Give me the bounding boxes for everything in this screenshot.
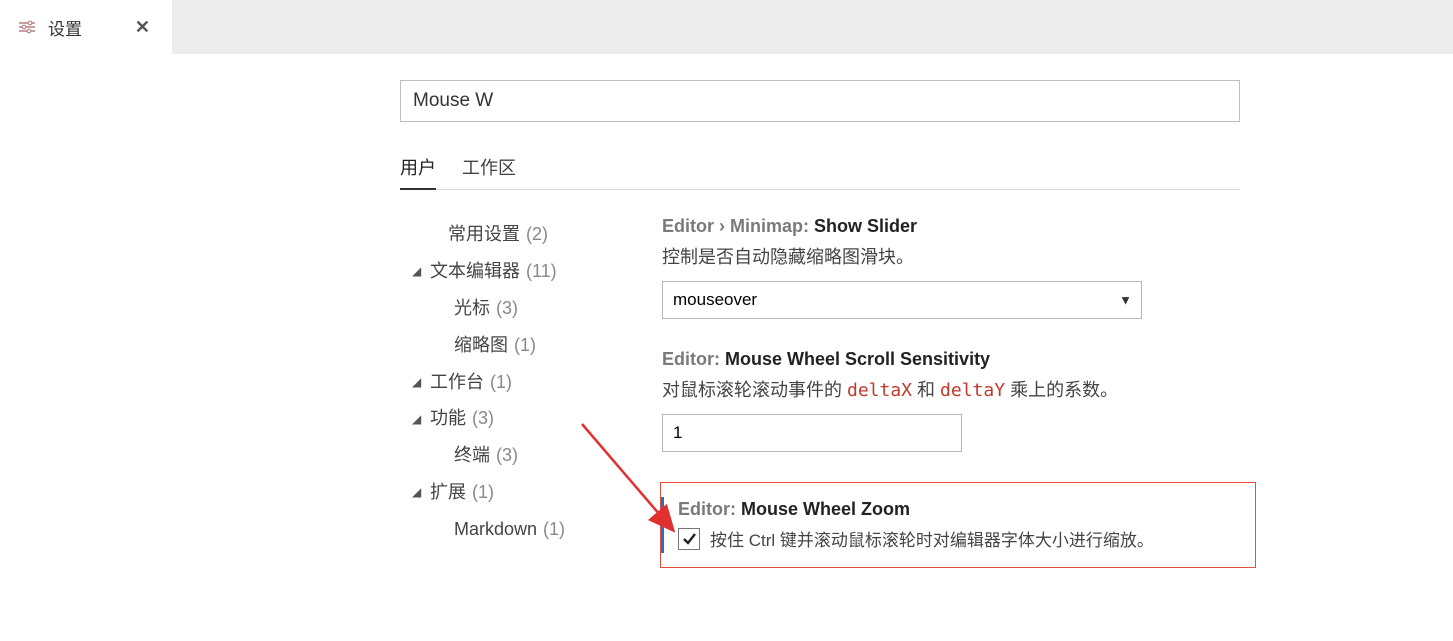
setting-name: Mouse Wheel Zoom — [741, 499, 910, 519]
toc-extensions[interactable]: ◢ 扩展 (1) — [412, 474, 660, 511]
toc-minimap[interactable]: 缩略图 (1) — [412, 327, 660, 364]
desc-text: 按住 — [710, 531, 749, 550]
setting-description: 对鼠标滚轮滚动事件的 deltaX 和 deltaY 乘上的系数。 — [662, 376, 1413, 402]
setting-title: Editor › Minimap: Show Slider — [662, 216, 1413, 237]
setting-category: Editor: — [662, 349, 725, 369]
desc-text: 和 — [912, 380, 940, 400]
toc-count: (1) — [543, 511, 565, 548]
toc-markdown[interactable]: Markdown (1) — [412, 511, 660, 548]
tab-workspace[interactable]: 工作区 — [462, 152, 516, 190]
code-deltay: deltaY — [940, 380, 1005, 401]
toc-label: 光标 — [454, 290, 490, 327]
toc-workbench[interactable]: ◢ 工作台 (1) — [412, 364, 660, 401]
setting-name: Show Slider — [814, 216, 917, 236]
setting-scroll-sensitivity: Editor: Mouse Wheel Scroll Sensitivity 对… — [660, 349, 1413, 452]
toc-common[interactable]: 常用设置 (2) — [412, 216, 660, 253]
desc-text: 对鼠标滚轮滚动事件的 — [662, 380, 847, 400]
toc-label: 常用设置 — [448, 216, 520, 253]
toc-text-editor[interactable]: ◢ 文本编辑器 (11) — [412, 253, 660, 290]
scope-tabs: 用户 工作区 — [400, 152, 1240, 190]
chevron-down-icon: ◢ — [412, 407, 428, 432]
chevron-down-icon: ◢ — [412, 370, 428, 395]
toc-count: (3) — [496, 290, 518, 327]
toc-count: (2) — [526, 216, 548, 253]
show-slider-select[interactable] — [662, 281, 1142, 319]
toc-label: 工作台 — [430, 364, 484, 401]
setting-name: Mouse Wheel Scroll Sensitivity — [725, 349, 990, 369]
settings-search-input[interactable] — [400, 80, 1240, 122]
setting-category: Editor › Minimap: — [662, 216, 814, 236]
settings-toc: 常用设置 (2) ◢ 文本编辑器 (11) 光标 (3) 缩略图 (1) ◢ 工… — [400, 216, 660, 568]
toc-count: (3) — [472, 400, 494, 437]
setting-show-slider: Editor › Minimap: Show Slider 控制是否自动隐藏缩略… — [660, 216, 1413, 319]
tab-settings[interactable]: 设置 ✕ — [0, 0, 172, 54]
desc-text: 乘上的系数。 — [1005, 380, 1118, 400]
settings-tab-icon — [18, 20, 36, 34]
chevron-down-icon: ◢ — [412, 259, 428, 284]
close-icon[interactable]: ✕ — [131, 15, 154, 40]
toc-count: (3) — [496, 437, 518, 474]
toc-count: (11) — [526, 253, 557, 290]
settings-content: 用户 工作区 常用设置 (2) ◢ 文本编辑器 (11) 光标 (3) 缩略图 … — [0, 54, 1453, 568]
setting-description: 按住 Ctrl 键并滚动鼠标滚轮时对编辑器字体大小进行缩放。 — [710, 526, 1154, 551]
settings-list: Editor › Minimap: Show Slider 控制是否自动隐藏缩略… — [660, 216, 1453, 568]
setting-title: Editor: Mouse Wheel Scroll Sensitivity — [662, 349, 1413, 370]
toc-label: 扩展 — [430, 474, 466, 511]
toc-label: 文本编辑器 — [430, 253, 520, 290]
toc-label: 终端 — [454, 437, 490, 474]
code-deltax: deltaX — [847, 380, 912, 401]
toc-count: (1) — [472, 474, 494, 511]
scroll-sensitivity-input[interactable] — [662, 414, 962, 452]
toc-cursor[interactable]: 光标 (3) — [412, 290, 660, 327]
setting-title: Editor: Mouse Wheel Zoom — [678, 499, 1239, 520]
setting-description: 控制是否自动隐藏缩略图滑块。 — [662, 243, 1413, 269]
toc-terminal[interactable]: 终端 (3) — [412, 437, 660, 474]
tab-title: 设置 — [48, 15, 119, 40]
wheel-zoom-checkbox[interactable] — [678, 528, 700, 550]
setting-category: Editor: — [678, 499, 741, 519]
toc-label: 缩略图 — [454, 327, 508, 364]
toc-count: (1) — [514, 327, 536, 364]
highlighted-setting-box: Editor: Mouse Wheel Zoom 按住 Ctrl 键并滚动鼠标滚… — [660, 482, 1256, 568]
toc-label: 功能 — [430, 400, 466, 437]
chevron-down-icon: ◢ — [412, 480, 428, 505]
desc-text: 键并滚动鼠标滚轮时对编辑器字体大小进行缩放。 — [775, 531, 1154, 550]
code-ctrl: Ctrl — [749, 531, 775, 550]
tab-user[interactable]: 用户 — [400, 152, 436, 190]
toc-features[interactable]: ◢ 功能 (3) — [412, 400, 660, 437]
toc-count: (1) — [490, 364, 512, 401]
tab-bar: 设置 ✕ — [0, 0, 1453, 54]
toc-label: Markdown — [454, 511, 537, 548]
